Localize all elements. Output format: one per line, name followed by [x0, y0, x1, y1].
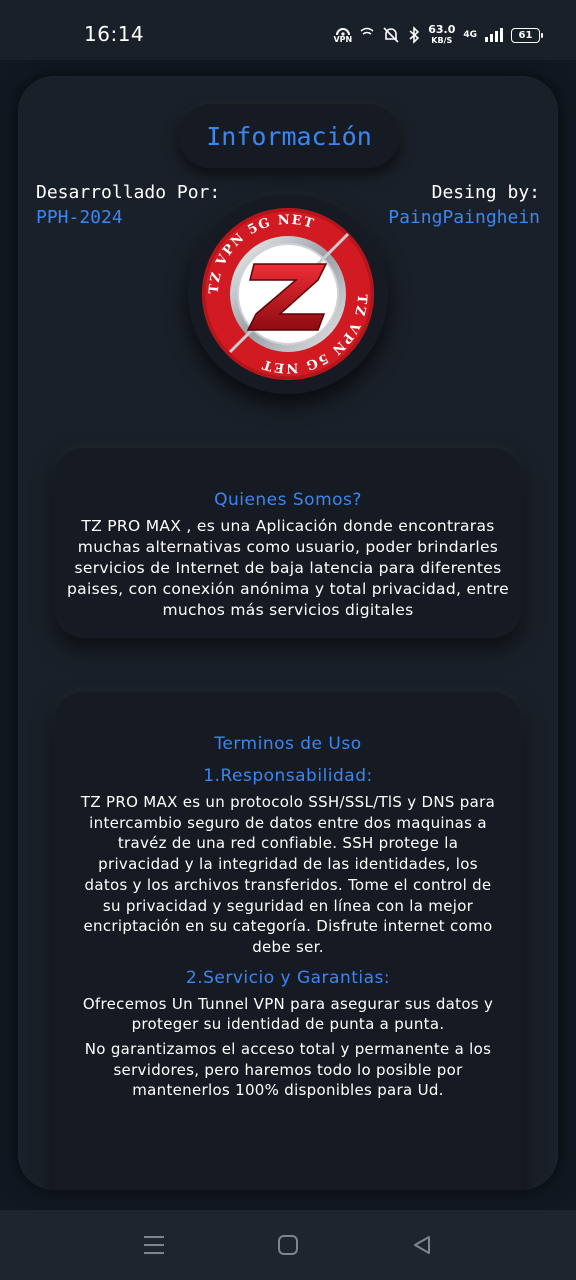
- terms-card[interactable]: Terminos de Uso 1.Responsabilidad: TZ PR…: [54, 692, 522, 1190]
- main-card: Información Desarrollado Por: PPH-2024 D…: [18, 76, 558, 1190]
- home-icon[interactable]: [275, 1232, 301, 1258]
- design-by-label: Desing by:: [431, 182, 540, 203]
- service-text-a: Ofrecemos Un Tunnel VPN para asegurar su…: [82, 994, 494, 1034]
- developer-name: PPH-2024: [36, 207, 123, 228]
- vpn-key-icon: VPN: [333, 26, 352, 44]
- service-heading: 2.Servicio y Garantias:: [185, 967, 391, 988]
- net-speed: 63.0 KB/S: [428, 24, 455, 46]
- wifi-calling-icon: [360, 27, 374, 43]
- responsibility-text: TZ PRO MAX es un protocolo SSH/SSL/TlS y…: [80, 793, 496, 956]
- designer-name: PaingPainghein: [388, 207, 540, 228]
- terms-heading: Terminos de Uso: [214, 734, 362, 754]
- logo-graphic: TZ VPN 5G NET TZ VPN 5G NET: [202, 208, 374, 380]
- battery-level: 61: [518, 29, 533, 41]
- mute-bell-icon: [382, 26, 400, 44]
- page-title: Información: [178, 104, 400, 168]
- developed-by-label: Desarrollado Por:: [36, 182, 221, 203]
- vpn-label: VPN: [333, 35, 353, 44]
- network-type: 4G: [463, 29, 477, 40]
- speed-unit: KB/S: [431, 36, 453, 45]
- service-text-b: No garantizamos el acceso total y perman…: [84, 1040, 492, 1100]
- battery-icon: 61: [511, 27, 543, 43]
- status-icons: VPN 63.0 KB/S 4G 61: [333, 22, 543, 48]
- status-bar: 16:14 VPN 63.0 KB/S 4G 61: [0, 0, 576, 60]
- status-time: 16:14: [84, 22, 145, 46]
- responsibility-heading: 1.Responsabilidad:: [203, 766, 373, 786]
- app-logo: TZ VPN 5G NET TZ VPN 5G NET: [188, 194, 388, 394]
- signal-icon: [485, 28, 503, 42]
- menu-icon[interactable]: [141, 1232, 167, 1258]
- bluetooth-icon: [408, 26, 420, 44]
- system-nav-bar: [0, 1210, 576, 1280]
- speed-value: 63.0: [428, 23, 456, 36]
- about-heading: Quienes Somos?: [214, 490, 362, 510]
- about-text: TZ PRO MAX , es una Aplicación donde enc…: [67, 517, 509, 619]
- back-icon[interactable]: [409, 1232, 435, 1258]
- about-card: Quienes Somos? TZ PRO MAX , es una Aplic…: [54, 448, 522, 638]
